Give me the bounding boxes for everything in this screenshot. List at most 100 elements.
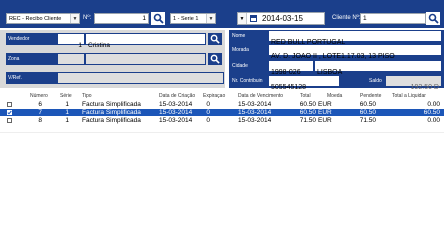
cell-created: 15-03-2014 bbox=[159, 109, 193, 116]
date-value: 2014-03-15 bbox=[262, 14, 303, 23]
name-field[interactable]: RED BULL PORTUGAL bbox=[269, 31, 441, 46]
row-checkbox[interactable] bbox=[7, 110, 12, 115]
cell-type: Factura Simplificada bbox=[82, 117, 141, 124]
zone-search-button[interactable] bbox=[208, 53, 222, 65]
reference-row: V/Ref. bbox=[6, 72, 224, 84]
document-type-value: REC - Recibo Cliente bbox=[9, 16, 62, 22]
seller-search-button[interactable] bbox=[208, 33, 222, 45]
cell-series: 1 bbox=[65, 109, 69, 116]
date-picker[interactable]: ▼ 2014-03-15 bbox=[237, 12, 325, 25]
cell-to-settle: 0.00 bbox=[427, 117, 440, 124]
series-select[interactable]: 1 - Serie 1 ▼ bbox=[170, 13, 216, 24]
zone-number-input[interactable] bbox=[58, 54, 84, 64]
series-value: 1 - Serie 1 bbox=[173, 16, 199, 22]
search-icon bbox=[210, 54, 220, 64]
document-window: REC - Recibo Cliente ▼ Nº: 1 1 - Serie 1… bbox=[0, 0, 444, 246]
number-input[interactable]: 1 bbox=[94, 13, 149, 24]
balance-value: 192.50 D bbox=[410, 84, 439, 91]
city-label: Cidade bbox=[232, 63, 248, 69]
column-header-number: Número bbox=[30, 93, 48, 99]
row-checkbox[interactable] bbox=[7, 118, 12, 123]
reference-input[interactable] bbox=[58, 73, 223, 83]
balance-field: 192.50 D bbox=[386, 76, 441, 91]
city-field[interactable]: LISBOA bbox=[315, 61, 441, 76]
reference-label: V/Ref. bbox=[8, 75, 22, 81]
cell-due-date: 15-03-2014 bbox=[238, 117, 272, 124]
cell-expiration: 0 bbox=[206, 101, 210, 108]
search-icon bbox=[153, 13, 164, 24]
cell-to-settle: 0.00 bbox=[427, 101, 440, 108]
chevron-down-icon: ▼ bbox=[206, 14, 215, 23]
cell-expiration: 0 bbox=[206, 109, 210, 116]
address-field[interactable]: AV. D. JOAO II , LOTE1.17.03, 13 PISO bbox=[269, 45, 441, 60]
cell-series: 1 bbox=[65, 117, 69, 124]
cell-total: 71.50 bbox=[299, 117, 316, 124]
address-label: Morada bbox=[232, 47, 249, 53]
column-header-due-date: Data de Vencimento bbox=[238, 93, 284, 99]
cell-type: Factura Simplificada bbox=[82, 109, 141, 116]
seller-name-value: Cristina bbox=[88, 42, 111, 49]
column-header-created: Data de Criação bbox=[159, 93, 196, 99]
cell-total: 60.50 bbox=[299, 101, 316, 108]
column-header-currency: Moeda bbox=[327, 93, 343, 99]
column-header-total: Total bbox=[300, 93, 311, 99]
cell-currency: EUR bbox=[318, 109, 332, 116]
client-search-button[interactable] bbox=[426, 12, 440, 25]
cell-pending: 60.50 bbox=[359, 101, 376, 108]
zone-row: Zona bbox=[6, 53, 206, 65]
zone-name-field[interactable] bbox=[86, 54, 205, 64]
chevron-down-icon: ▼ bbox=[238, 13, 247, 24]
chevron-down-icon: ▼ bbox=[70, 14, 79, 23]
number-search-button[interactable] bbox=[151, 12, 165, 25]
column-header-pending: Pendente bbox=[360, 93, 382, 99]
cell-number: 7 bbox=[38, 109, 42, 116]
search-icon bbox=[210, 34, 220, 44]
cell-to-settle: 60.50 bbox=[423, 109, 440, 116]
balance-label: Saldo bbox=[369, 78, 382, 84]
cell-expiration: 0 bbox=[206, 117, 210, 124]
cell-due-date: 15-03-2014 bbox=[238, 101, 272, 108]
tax-number-field[interactable]: 505545128 bbox=[269, 76, 339, 91]
table-body: 6 1 Factura Simplificada 15-03-2014 0 15-03-2… bbox=[0, 101, 444, 131]
document-type-select[interactable]: REC - Recibo Cliente ▼ bbox=[6, 13, 80, 24]
tax-number-value: 505545128 bbox=[271, 84, 307, 91]
table-empty-area bbox=[0, 132, 444, 246]
top-toolbar: REC - Recibo Cliente ▼ Nº: 1 1 - Serie 1… bbox=[0, 0, 444, 28]
cell-currency: EUR bbox=[318, 101, 332, 108]
cell-due-date: 15-03-2014 bbox=[238, 109, 272, 116]
postal-code-field[interactable]: 1998-026 bbox=[269, 61, 313, 76]
seller-number-input[interactable]: 1 bbox=[58, 34, 84, 49]
table-header: Número Série Tipo Data de Criação Expira… bbox=[0, 93, 444, 100]
city-value: LISBOA bbox=[317, 69, 343, 76]
search-icon bbox=[428, 13, 439, 24]
cell-type: Factura Simplificada bbox=[82, 101, 141, 108]
table-row[interactable]: 8 1 Factura Simplificada 15-03-2014 0 15-03-2… bbox=[0, 117, 444, 124]
row-checkbox[interactable] bbox=[7, 102, 12, 107]
cell-number: 8 bbox=[38, 117, 42, 124]
column-header-type: Tipo bbox=[82, 93, 92, 99]
cell-created: 15-03-2014 bbox=[159, 101, 193, 108]
postal-code-value: 1998-026 bbox=[271, 69, 301, 76]
seller-row: Vendedor 1 Cristina bbox=[6, 33, 206, 49]
cell-pending: 71.50 bbox=[359, 117, 376, 124]
client-label: Cliente Nº: bbox=[332, 15, 361, 21]
seller-label: Vendedor bbox=[8, 36, 30, 42]
client-value: 1 bbox=[363, 15, 367, 22]
calendar-icon bbox=[250, 15, 257, 22]
cell-number: 6 bbox=[38, 101, 42, 108]
table-row[interactable]: 6 1 Factura Simplificada 15-03-2014 0 15-03-2… bbox=[0, 101, 444, 108]
column-header-expiration: Expiraçao bbox=[203, 93, 226, 99]
cell-total: 60.50 bbox=[299, 109, 316, 116]
client-panel: Nome RED BULL PORTUGAL Morada AV. D. JOA… bbox=[229, 30, 444, 91]
address-value: AV. D. JOAO II , LOTE1.17.03, 13 PISO bbox=[271, 53, 395, 60]
name-label: Nome bbox=[232, 33, 246, 39]
seller-name-field[interactable]: Cristina bbox=[86, 34, 205, 49]
cell-series: 1 bbox=[65, 101, 69, 108]
table-row[interactable]: 7 1 Factura Simplificada 15-03-2014 0 15-03-2… bbox=[0, 109, 444, 116]
zone-label: Zona bbox=[8, 56, 20, 62]
column-header-to-settle: Total a Liquidar bbox=[392, 93, 426, 99]
client-input[interactable]: 1 bbox=[360, 13, 426, 24]
number-label: Nº: bbox=[83, 15, 92, 21]
seller-panel: Vendedor 1 Cristina Zona V/Ref. bbox=[0, 30, 225, 88]
column-header-series: Série bbox=[60, 93, 72, 99]
